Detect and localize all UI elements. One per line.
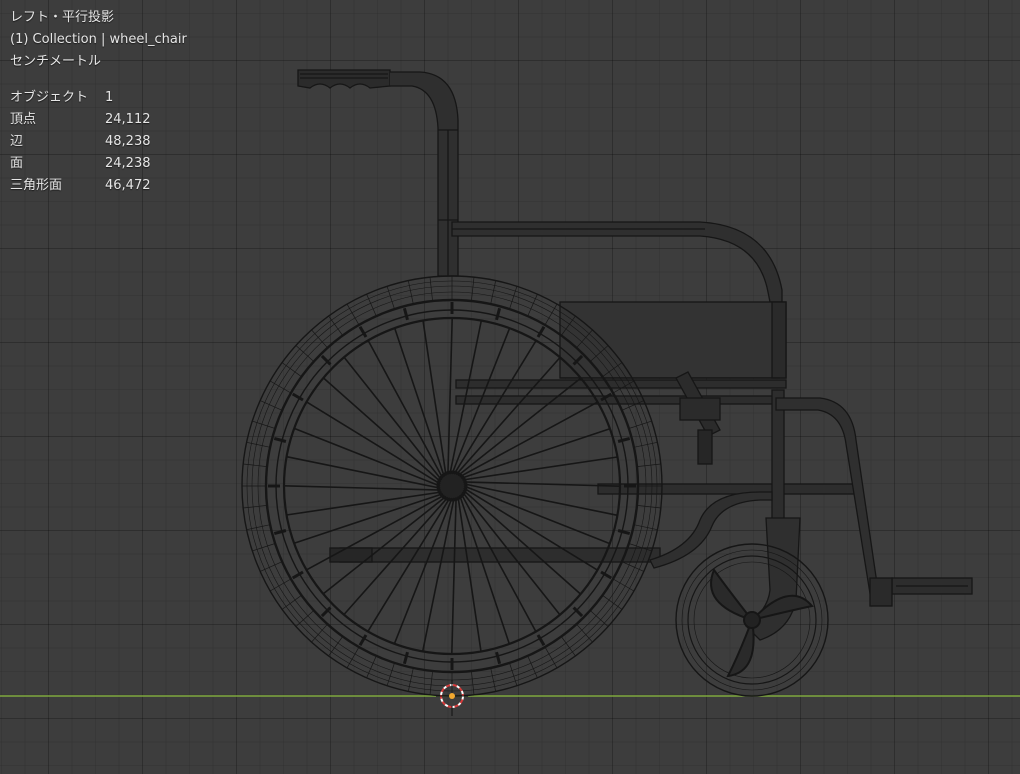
spoke	[343, 356, 443, 481]
tire-tread-segment	[633, 441, 658, 448]
handrim-mount	[402, 651, 409, 665]
spoke	[306, 401, 441, 485]
tire-tread-segment	[636, 463, 661, 467]
handrim-mount	[495, 307, 502, 321]
origin-dot	[449, 693, 455, 699]
stat-label: 辺	[10, 134, 24, 149]
spoke	[455, 356, 561, 476]
tire-tread-segment	[328, 315, 343, 336]
stat-edges: 辺 48,238	[10, 131, 187, 153]
spoke	[367, 497, 451, 632]
handrim-mount	[273, 436, 287, 443]
push-handle-grip	[297, 69, 391, 89]
stat-objects: オブジェクト 1	[10, 87, 187, 109]
tire-tread-segment	[490, 667, 497, 692]
spoke	[463, 485, 611, 545]
armrest-tube	[451, 221, 783, 303]
handrim-mount	[273, 529, 287, 536]
collection-label: (1) Collection | wheel_chair	[10, 32, 187, 47]
tire-tread-segment	[281, 595, 302, 610]
tire-tread-segment	[243, 463, 268, 467]
stat-value: 24,238	[105, 156, 151, 171]
tire-tread-segment	[576, 623, 593, 643]
spoke	[463, 481, 621, 487]
stat-faces: 面 24,238	[10, 153, 187, 175]
tire-tread-segment	[471, 277, 475, 302]
tire-tread-segment	[246, 441, 271, 448]
tire-tread-segment	[471, 670, 475, 695]
spoke	[322, 495, 447, 595]
handrim-mount	[617, 529, 631, 536]
tire-tread-segment	[561, 636, 576, 657]
backrest-post	[390, 71, 459, 277]
spoke	[462, 456, 618, 481]
tire-tread-segment	[602, 595, 623, 610]
stat-label: 頂点	[10, 112, 37, 127]
tire-tread-segment	[589, 610, 609, 627]
tire-tread-segment	[407, 667, 414, 692]
view-name-label: レフト・平行投影	[10, 10, 115, 25]
stat-triangles: 三角形面 46,472	[10, 175, 187, 197]
stat-label: 三角形面	[10, 178, 63, 193]
tire-tread-segment	[490, 280, 497, 305]
spoke	[293, 427, 441, 487]
tire-tread-segment	[636, 505, 661, 509]
spoke	[451, 497, 457, 655]
3d-viewport[interactable]: レフト・平行投影 (1) Collection | wheel_chair セン…	[0, 0, 1020, 774]
spoke	[453, 340, 537, 475]
stat-value: 48,238	[105, 134, 151, 149]
stat-value: 1	[105, 90, 114, 105]
spoke	[447, 317, 453, 475]
tire-tread-segment	[281, 362, 302, 377]
stat-value: 24,112	[105, 112, 151, 127]
handrim-mount	[495, 651, 502, 665]
stat-label: オブジェクト	[10, 90, 89, 105]
tire-tread-segment	[328, 636, 343, 657]
handrim-mount	[617, 436, 631, 443]
tire-tread-segment	[246, 524, 271, 531]
spoke	[457, 496, 482, 652]
spoke	[322, 377, 442, 483]
handrim-mount	[402, 307, 409, 321]
stat-vertices: 頂点 24,112	[10, 109, 187, 131]
caster-wheel	[675, 543, 829, 697]
tire-tread-segment	[295, 345, 315, 362]
spoke	[286, 491, 442, 516]
scene-stats: オブジェクト 1 頂点 24,112 辺 48,238 面 24,238 三角形…	[10, 87, 187, 197]
viewport-info-overlay: レフト・平行投影 (1) Collection | wheel_chair セン…	[10, 7, 187, 197]
spoke	[393, 497, 453, 645]
tire-tread-segment	[295, 610, 315, 627]
tire-tread-segment	[429, 670, 433, 695]
stat-value: 46,472	[105, 178, 151, 193]
tire-tread-segment	[311, 623, 328, 643]
spoke	[457, 377, 582, 477]
stat-label: 面	[10, 156, 24, 171]
spoke	[283, 485, 441, 491]
tire-tread-segment	[243, 505, 268, 509]
tire-tread-segment	[633, 524, 658, 531]
tire-tread-segment	[311, 329, 328, 349]
tire-tread-segment	[429, 277, 433, 302]
spoke	[462, 489, 582, 595]
footrest	[869, 577, 973, 607]
tire-tread-segment	[407, 280, 414, 305]
spoke	[422, 320, 447, 476]
units-label: センチメートル	[10, 54, 102, 69]
